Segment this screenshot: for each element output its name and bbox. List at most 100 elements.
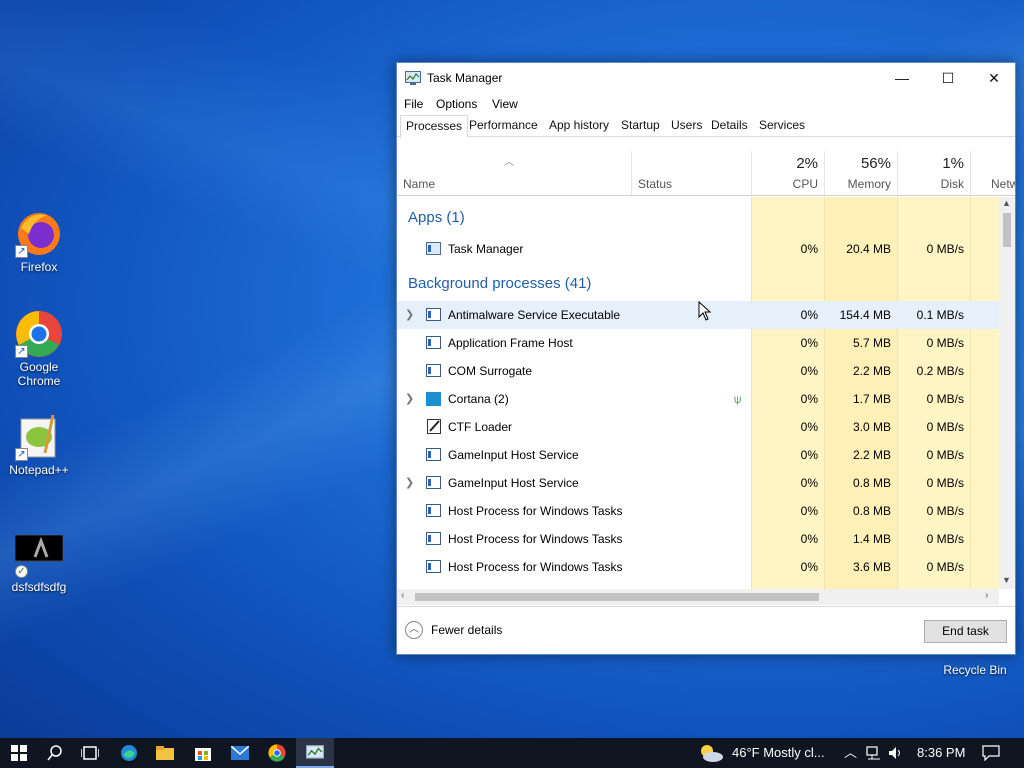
menu-options[interactable]: Options: [436, 97, 477, 111]
table-row[interactable]: Application Frame Host 0% 5.7 MB 0 MB/s: [397, 329, 999, 357]
desktop-icon-notepadpp[interactable]: ↗ Notepad++: [1, 413, 77, 477]
firefox-icon: ↗: [15, 210, 63, 258]
tab-users[interactable]: Users: [666, 115, 707, 137]
store-icon[interactable]: [184, 738, 222, 768]
disk-value: 0.2 MB/s: [916, 364, 964, 378]
disk-column-header[interactable]: 1% Disk: [897, 151, 970, 195]
mail-icon[interactable]: [221, 738, 259, 768]
network-column-header[interactable]: Netw: [970, 151, 1015, 195]
scroll-right-icon[interactable]: ›: [985, 590, 988, 601]
end-task-button[interactable]: End task: [924, 620, 1007, 643]
table-row[interactable]: GameInput Host Service 0% 2.2 MB 0 MB/s: [397, 441, 999, 469]
minimize-button[interactable]: —: [879, 63, 925, 93]
shortcut-arrow-icon: ↗: [15, 448, 28, 461]
expand-chevron-icon[interactable]: ❯: [405, 301, 414, 329]
weather-icon[interactable]: [698, 743, 724, 766]
desktop-icon-firefox[interactable]: ↗ Firefox: [1, 210, 77, 274]
scroll-left-icon[interactable]: ‹: [401, 590, 404, 601]
scroll-up-icon[interactable]: ▲: [1002, 198, 1011, 208]
memory-value: 5.7 MB: [852, 336, 891, 350]
tab-bar: Processes Performance App history Startu…: [397, 115, 1015, 138]
expand-chevron-icon[interactable]: ❯: [405, 469, 414, 497]
process-name: GameInput Host Service: [448, 448, 579, 462]
desktop-icon-recycle-bin[interactable]: Recycle Bin: [937, 663, 1013, 677]
background-group-header[interactable]: Background processes (41): [408, 275, 591, 292]
table-row[interactable]: ❯ GameInput Host Service 0% 0.8 MB 0 MB/…: [397, 469, 999, 497]
process-name: Host Process for Windows Tasks: [448, 560, 623, 574]
close-button[interactable]: ✕: [971, 63, 1017, 93]
chrome-taskbar-icon[interactable]: [258, 738, 296, 768]
memory-value: 2.2 MB: [852, 448, 891, 462]
table-row[interactable]: Host Process for Windows Tasks 0% 1.4 MB…: [397, 525, 999, 553]
cpu-column-header[interactable]: 2% CPU: [751, 151, 824, 195]
table-row[interactable]: CTF Loader 0% 3.0 MB 0 MB/s: [397, 413, 999, 441]
horizontal-scroll-thumb[interactable]: [415, 593, 819, 601]
title-bar[interactable]: Task Manager — ☐ ✕: [397, 63, 1015, 93]
status-column-header[interactable]: Status: [631, 151, 751, 195]
apps-group-header[interactable]: Apps (1): [408, 209, 465, 226]
tab-services[interactable]: Services: [754, 115, 810, 137]
table-row[interactable]: Host Process for Windows Tasks 0% 3.6 MB…: [397, 553, 999, 581]
chevron-up-icon[interactable]: ︿: [405, 621, 423, 639]
process-name: Host Process for Windows Tasks: [448, 504, 623, 518]
memory-value: 1.7 MB: [852, 392, 891, 406]
tab-details[interactable]: Details: [706, 115, 753, 137]
table-row[interactable]: Task Manager 0% 20.4 MB 0 MB/s: [397, 235, 999, 263]
show-hidden-icons-chevron-icon[interactable]: ︿: [844, 738, 857, 768]
weather-text[interactable]: 46°F Mostly cl...: [732, 738, 825, 768]
tab-processes[interactable]: Processes: [400, 115, 469, 138]
process-icon: [426, 504, 441, 517]
disk-value: 0 MB/s: [926, 532, 964, 546]
desktop-icon-label: Recycle Bin: [943, 663, 1007, 677]
task-view-icon[interactable]: [71, 738, 109, 768]
process-icon: [426, 336, 441, 349]
desktop-icon-dsfsdfsdfg[interactable]: ✓ dsfsdfsdfg: [1, 530, 77, 594]
desktop-icon-chrome[interactable]: ↗ Google Chrome: [1, 310, 77, 388]
vertical-scroll-thumb[interactable]: [1003, 213, 1011, 247]
task-manager-icon: [426, 242, 441, 255]
tab-app-history[interactable]: App history: [544, 115, 614, 137]
start-button[interactable]: [0, 738, 38, 768]
file-explorer-icon[interactable]: [146, 738, 184, 768]
clock[interactable]: 8:36 PM: [917, 738, 965, 768]
cpu-total: 2%: [796, 155, 818, 172]
process-icon: [426, 476, 441, 489]
desktop-icon-label: Firefox: [20, 260, 58, 274]
process-name: Cortana (2): [448, 392, 509, 406]
cpu-value: 0%: [800, 392, 818, 406]
sort-up-icon: ︿: [504, 157, 514, 168]
disk-value: 0 MB/s: [926, 476, 964, 490]
tab-startup[interactable]: Startup: [616, 115, 665, 137]
table-row[interactable]: COM Surrogate 0% 2.2 MB 0.2 MB/s: [397, 357, 999, 385]
maximize-button[interactable]: ☐: [925, 63, 971, 93]
disk-value: 0 MB/s: [926, 392, 964, 406]
horizontal-scrollbar[interactable]: ‹ ›: [397, 589, 999, 605]
name-column-header[interactable]: Name: [403, 177, 435, 191]
table-row[interactable]: ❯ Cortana (2) ⍦ 0% 1.7 MB 0 MB/s: [397, 385, 999, 413]
menu-bar: File Options View: [397, 93, 1015, 115]
window-title: Task Manager: [427, 71, 503, 85]
memory-value: 2.2 MB: [852, 364, 891, 378]
disk-value: 0.1 MB/s: [916, 308, 964, 322]
search-icon[interactable]: [36, 738, 74, 768]
cpu-value: 0%: [800, 308, 818, 322]
scroll-down-icon[interactable]: ▼: [1002, 575, 1011, 585]
table-row[interactable]: Host Process for Windows Tasks 0% 0.8 MB…: [397, 497, 999, 525]
tab-performance[interactable]: Performance: [464, 115, 543, 137]
menu-view[interactable]: View: [492, 97, 518, 111]
notifications-icon[interactable]: [982, 745, 1000, 764]
edge-icon[interactable]: [110, 738, 148, 768]
menu-file[interactable]: File: [404, 97, 423, 111]
expand-chevron-icon[interactable]: ❯: [405, 385, 414, 413]
network-icon[interactable]: [866, 746, 882, 763]
volume-icon[interactable]: [888, 746, 904, 763]
task-manager-taskbar-icon[interactable]: [296, 738, 334, 768]
vertical-scrollbar[interactable]: ▲ ▼: [999, 197, 1015, 589]
fewer-details-link[interactable]: Fewer details: [431, 623, 502, 637]
leaf-icon: ⍦: [734, 392, 742, 406]
cpu-value: 0%: [800, 364, 818, 378]
file-thumbnail-icon: ✓: [14, 530, 64, 578]
memory-column-header[interactable]: 56% Memory: [824, 151, 897, 195]
process-name: GameInput Host Service: [448, 476, 579, 490]
disk-value: 0 MB/s: [926, 336, 964, 350]
